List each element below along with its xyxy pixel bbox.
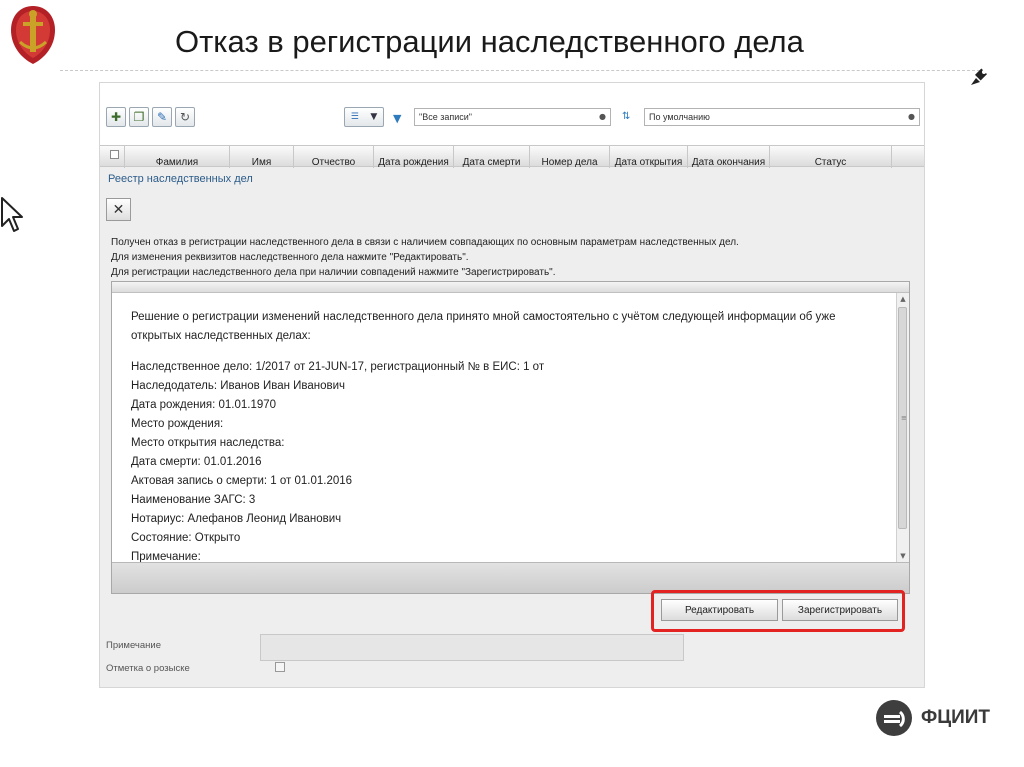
brand-name: ФЦИИТ — [921, 707, 991, 728]
sort-select-value: По умолчанию — [649, 112, 710, 122]
vertical-scrollbar[interactable]: ▲ ≡ ▼ — [896, 293, 909, 562]
sort-icon: ⇅ — [622, 111, 631, 122]
columns-menu-button[interactable]: ☰ ▼ — [344, 107, 384, 127]
message-line: Получен отказ в регистрации наследственн… — [111, 237, 739, 248]
slide-title: Отказ в регистрации наследственного дела — [175, 24, 804, 59]
edit-record-button[interactable]: Редактировать — [661, 599, 778, 621]
pen-icon — [971, 68, 988, 85]
close-icon: ✕ — [112, 201, 125, 218]
column-header[interactable]: Дата рождения — [374, 146, 454, 168]
info-line: Наследодатель: Иванов Иван Иванович — [131, 380, 346, 392]
column-header[interactable]: Дата окончания — [688, 146, 770, 168]
filter-icon: ▼ — [393, 112, 402, 125]
search-mark-label: Отметка о розыске — [106, 663, 190, 674]
info-line: Дата рождения: 01.01.1970 — [131, 399, 277, 411]
column-header[interactable]: Фамилия — [125, 146, 230, 168]
chevron-down-icon: ▼ — [370, 112, 378, 122]
filter-select-value: "Все записи" — [419, 112, 472, 122]
sort-select[interactable]: По умолчанию ● — [644, 108, 920, 126]
info-line: Актовая запись о смерти: 1 от 01.01.2016 — [131, 475, 353, 487]
register-button[interactable]: Зарегистрировать — [782, 599, 898, 621]
edit-pencil-icon: ✎ — [156, 110, 168, 124]
grip-icon: ≡ — [901, 414, 907, 422]
column-header[interactable]: Дата смерти — [454, 146, 530, 168]
info-line: Примечание: — [131, 551, 201, 562]
add-icon: ✚ — [110, 110, 122, 124]
cursor-icon — [1, 197, 23, 232]
info-panel-footer — [112, 562, 909, 593]
scroll-down-icon[interactable]: ▼ — [897, 550, 909, 562]
note-field[interactable] — [260, 634, 684, 661]
message-line: Для регистрации наследственного дела при… — [111, 267, 556, 278]
info-text-area[interactable]: Решение о регистрации изменений наследст… — [112, 293, 897, 562]
filter-select[interactable]: "Все записи" ● — [414, 108, 611, 126]
toolbar: ✚ ❐ ✎ ↻ ☰ ▼ ▼ "Все записи" ● ⇅ По умолча… — [100, 83, 924, 145]
column-header[interactable]: Дата открытия — [610, 146, 688, 168]
brand-logo: ФЦИИТ — [874, 698, 990, 738]
add-button[interactable]: ✚ — [106, 107, 126, 127]
note-label: Примечание — [106, 640, 161, 651]
refresh-button[interactable]: ↻ — [175, 107, 195, 127]
title-divider — [60, 70, 980, 71]
edit-button[interactable]: ✎ — [152, 107, 172, 127]
info-line: Состояние: Открыто — [131, 532, 241, 544]
close-button[interactable]: ✕ — [106, 198, 131, 221]
add-copy-button[interactable]: ❐ — [129, 107, 149, 127]
scrollbar-thumb[interactable]: ≡ — [898, 307, 907, 529]
message-line: Для изменения реквизитов наследственного… — [111, 252, 469, 263]
select-all-checkbox[interactable] — [110, 150, 119, 159]
column-header[interactable]: Статус — [770, 146, 892, 168]
add-copy-icon: ❐ — [133, 110, 145, 124]
chevron-down-icon: ● — [908, 112, 915, 121]
column-header[interactable]: Имя — [230, 146, 294, 168]
info-line: Решение о регистрации изменений наследст… — [131, 311, 836, 323]
column-header[interactable]: Номер дела — [530, 146, 610, 168]
refresh-icon: ↻ — [179, 110, 191, 124]
info-line: открытых наследственных делах: — [131, 330, 311, 342]
info-line: Место открытия наследства: — [131, 437, 285, 449]
column-header[interactable]: Отчество — [294, 146, 374, 168]
search-mark-checkbox[interactable] — [275, 662, 285, 672]
emblem-icon — [11, 6, 55, 64]
info-line: Дата смерти: 01.01.2016 — [131, 456, 262, 468]
info-line: Наследственное дело: 1/2017 от 21-JUN-17… — [131, 361, 545, 373]
info-line: Нотариус: Алефанов Леонид Иванович — [131, 513, 342, 525]
app-window: ✚ ❐ ✎ ↻ ☰ ▼ ▼ "Все записи" ● ⇅ По умолча… — [99, 82, 925, 688]
info-panel: Решение о регистрации изменений наследст… — [111, 281, 910, 594]
grid-header: Фамилия Имя Отчество Дата рождения Дата … — [100, 145, 924, 168]
info-line: Наименование ЗАГС: 3 — [131, 494, 256, 506]
scroll-up-icon[interactable]: ▲ — [897, 293, 909, 305]
section-title: Реестр наследственных дел — [108, 173, 253, 185]
chevron-down-icon: ● — [599, 112, 606, 121]
select-all-column — [100, 146, 125, 168]
columns-icon: ☰ — [350, 112, 359, 122]
info-line: Место рождения: — [131, 418, 224, 430]
info-panel-header — [112, 282, 909, 293]
brand-logo-icon — [876, 700, 912, 736]
